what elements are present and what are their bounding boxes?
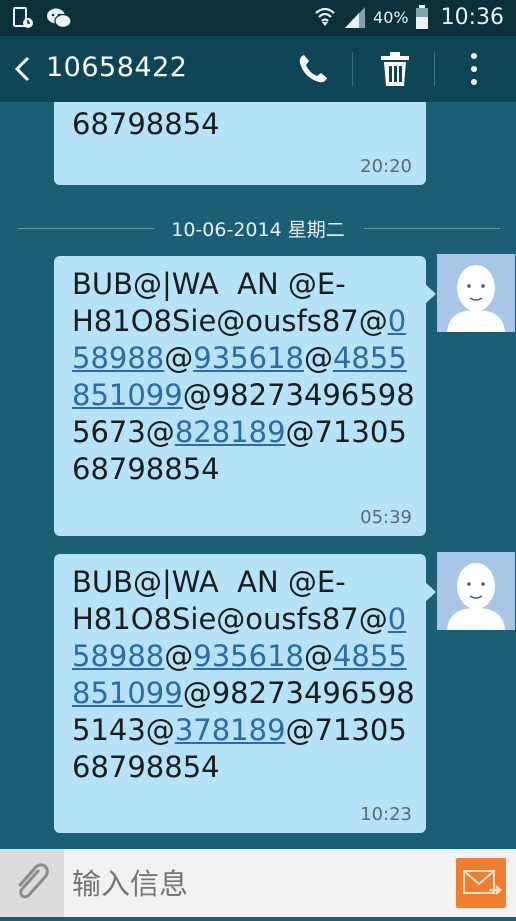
phone-link[interactable]: 851099 (72, 378, 183, 412)
attach-button[interactable] (0, 849, 64, 917)
wifi-icon (315, 7, 335, 26)
contact-avatar-icon[interactable] (437, 254, 515, 332)
status-bar: 40% 10:36 (0, 0, 516, 36)
phone-link[interactable]: 378189 (175, 713, 286, 747)
battery-icon (415, 5, 428, 29)
phone-link[interactable]: 828189 (175, 415, 286, 449)
more-options-icon[interactable] (464, 50, 484, 88)
message-text: BUB@|WA AN @E- H81O8Sie@ousfs87@0 58988@… (72, 565, 415, 784)
send-button[interactable] (456, 858, 506, 908)
bubble-tail (425, 284, 436, 304)
compose-bar (0, 849, 516, 917)
notification-icons (12, 6, 72, 30)
phone-link[interactable]: 58988 (72, 639, 164, 673)
bubble-tail (425, 582, 436, 602)
phone-link[interactable]: 851099 (72, 676, 183, 710)
toolbar-divider (434, 52, 435, 86)
contact-avatar-icon[interactable] (437, 552, 515, 630)
message-time: 10:23 (360, 804, 412, 825)
back-arrow-icon[interactable] (10, 54, 34, 84)
wechat-icon (47, 8, 72, 29)
message-text: 68798854 (72, 107, 220, 141)
phone-link[interactable]: 4855 (333, 639, 407, 673)
sim-icon (13, 7, 33, 28)
status-clock: 10:36 (440, 4, 504, 30)
battery-percent: 40% (373, 7, 409, 27)
trash-icon[interactable] (378, 50, 412, 88)
conversation-list[interactable]: 68798854 20:20 10-06-2014 星期二 BUB@|WA AN… (0, 102, 516, 849)
message-bubble[interactable]: BUB@|WA AN @E- H81O8Sie@ousfs87@0 58988@… (54, 554, 436, 833)
phone-link[interactable]: 4855 (333, 341, 407, 375)
message-time: 05:39 (360, 507, 412, 528)
system-indicators: 40% 10:36 (313, 4, 504, 30)
paperclip-icon (18, 863, 49, 899)
signal-icon (345, 7, 366, 28)
message-bubble[interactable]: 68798854 20:20 (54, 102, 426, 185)
toolbar-divider (352, 52, 353, 86)
contact-title: 10658422 (46, 52, 188, 83)
phone-link[interactable]: 935618 (193, 639, 304, 673)
send-mail-icon (463, 870, 502, 895)
phone-link[interactable]: 58988 (72, 341, 164, 375)
message-time: 20:20 (360, 156, 412, 177)
phone-link[interactable]: 935618 (193, 341, 304, 375)
phone-link[interactable]: 0 (388, 304, 406, 338)
phone-link[interactable]: 0 (388, 602, 406, 636)
message-text: BUB@|WA AN @E- H81O8Sie@ousfs87@0 58988@… (72, 267, 415, 486)
message-bubble[interactable]: BUB@|WA AN @E- H81O8Sie@ousfs87@0 58988@… (54, 256, 436, 536)
message-input[interactable] (70, 863, 444, 905)
app-bar: 10658422 (0, 36, 516, 102)
separator-line (364, 228, 500, 229)
phone-icon[interactable] (296, 52, 330, 86)
date-separator: 10-06-2014 星期二 (0, 212, 516, 242)
